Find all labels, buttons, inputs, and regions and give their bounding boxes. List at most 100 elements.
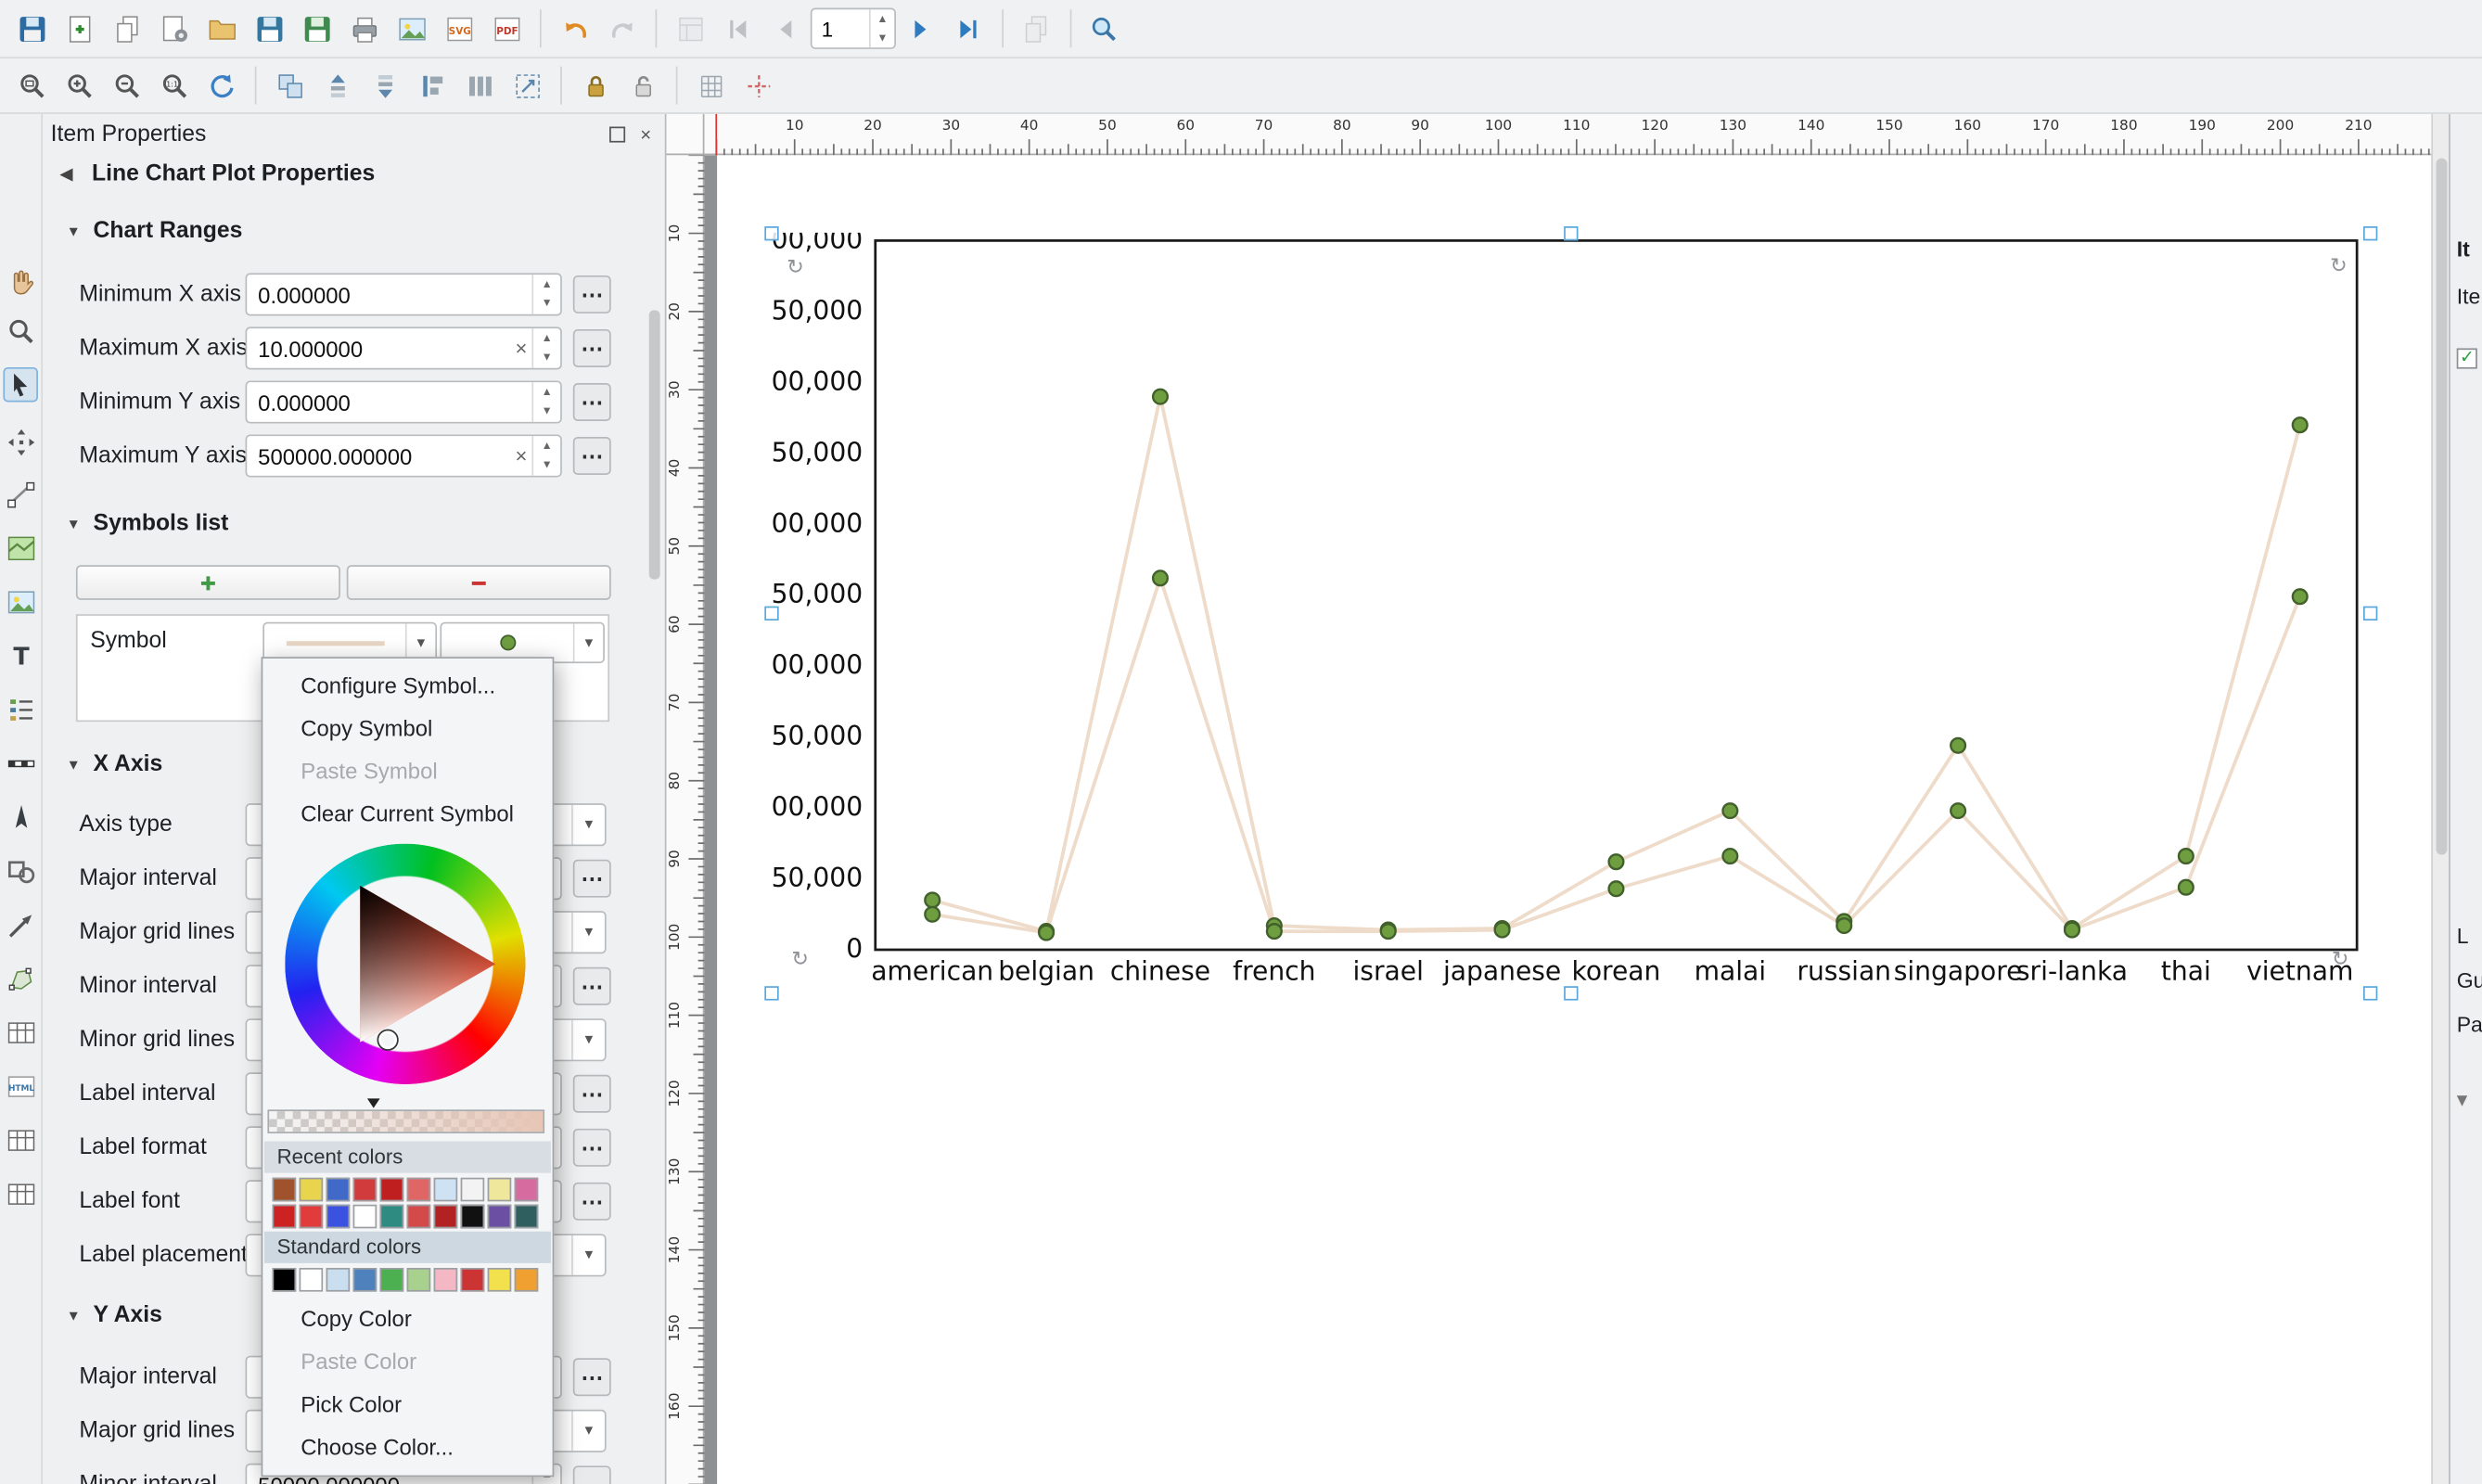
refresh-view-button[interactable] bbox=[199, 63, 244, 108]
align-items-button[interactable] bbox=[410, 63, 454, 108]
move-item-content-tool[interactable] bbox=[3, 424, 38, 459]
color-swatch[interactable] bbox=[273, 1268, 297, 1292]
duplicate-layout-button[interactable] bbox=[105, 6, 149, 51]
color-swatch[interactable] bbox=[273, 1178, 297, 1202]
color-swatch[interactable] bbox=[300, 1178, 324, 1202]
color-swatch[interactable] bbox=[353, 1178, 377, 1202]
atlas-last-button[interactable] bbox=[946, 6, 991, 51]
data-defined-override-button[interactable]: ⋯ bbox=[573, 275, 611, 313]
color-swatch[interactable] bbox=[488, 1178, 512, 1202]
panel-scrollbar[interactable] bbox=[649, 310, 660, 579]
spin-arrows[interactable]: ▲▼ bbox=[532, 436, 561, 476]
opacity-slider[interactable] bbox=[267, 1109, 544, 1133]
save-as-template-button[interactable] bbox=[294, 6, 339, 51]
print-button[interactable] bbox=[342, 6, 387, 51]
color-swatch[interactable] bbox=[326, 1205, 351, 1229]
color-triangle[interactable] bbox=[285, 844, 525, 1084]
section-symbols-list[interactable]: ▼ Symbols list bbox=[41, 502, 664, 546]
spin-up-icon[interactable]: ▲ bbox=[533, 382, 560, 402]
back-icon[interactable]: ◀ bbox=[54, 161, 79, 186]
add-html-tool[interactable]: HTML bbox=[3, 1068, 38, 1104]
spin-up-icon[interactable]: ▲ bbox=[533, 436, 560, 455]
rotate-handle-icon[interactable]: ↻ bbox=[791, 948, 809, 972]
rotate-handle-icon[interactable]: ↻ bbox=[2330, 255, 2348, 279]
color-swatch[interactable] bbox=[273, 1205, 297, 1229]
atlas-page-number-input[interactable]: ▲▼ bbox=[811, 8, 896, 49]
undock-panel-icon[interactable] bbox=[608, 125, 626, 144]
spin-arrows[interactable]: ▲▼ bbox=[532, 275, 561, 314]
group-items-button[interactable] bbox=[267, 63, 312, 108]
add-legend-tool[interactable] bbox=[3, 692, 38, 727]
data-defined-override-button[interactable]: ⋯ bbox=[573, 1075, 611, 1113]
minimum-x-axis-spinbox-value[interactable] bbox=[247, 280, 531, 309]
chevron-down-icon[interactable]: ▾ bbox=[2457, 1087, 2468, 1112]
add-table-tool[interactable] bbox=[3, 1015, 38, 1050]
lower-items-button[interactable] bbox=[363, 63, 407, 108]
canvas-vertical-scrollbar[interactable] bbox=[2431, 114, 2449, 1484]
clear-value-icon[interactable]: × bbox=[510, 337, 531, 361]
color-swatch[interactable] bbox=[515, 1205, 539, 1229]
data-defined-override-button[interactable]: ⋯ bbox=[573, 1465, 611, 1484]
data-defined-override-button[interactable]: ⋯ bbox=[573, 383, 611, 421]
add-symbol-button[interactable] bbox=[76, 565, 340, 600]
color-swatch[interactable] bbox=[407, 1205, 431, 1229]
add-label-tool[interactable]: T bbox=[3, 638, 38, 673]
atlas-next-button[interactable] bbox=[899, 6, 943, 51]
spin-arrows[interactable]: ▲▼ bbox=[532, 328, 561, 368]
data-defined-override-button[interactable]: ⋯ bbox=[573, 860, 611, 898]
distribute-items-button[interactable] bbox=[457, 63, 502, 108]
section-chart-ranges[interactable]: ▼ Chart Ranges bbox=[41, 209, 664, 253]
spin-down-icon[interactable]: ▼ bbox=[533, 402, 560, 421]
color-swatch[interactable] bbox=[407, 1268, 431, 1292]
zoom-tool[interactable] bbox=[3, 313, 38, 349]
add-arrow-tool[interactable] bbox=[3, 907, 38, 942]
data-defined-override-button[interactable]: ⋯ bbox=[573, 1358, 611, 1396]
zoom-region-button[interactable] bbox=[1082, 6, 1127, 51]
spin-down-icon[interactable]: ▼ bbox=[871, 29, 894, 47]
add-shape-tool[interactable] bbox=[3, 853, 38, 889]
color-swatch[interactable] bbox=[380, 1205, 404, 1229]
add-picture-tool[interactable] bbox=[3, 584, 38, 620]
zoom-actual-button[interactable]: 1:1 bbox=[152, 63, 197, 108]
maximum-x-axis-spinbox[interactable]: ×▲▼ bbox=[246, 326, 562, 369]
lock-items-button[interactable] bbox=[573, 63, 618, 108]
data-defined-override-button[interactable]: ⋯ bbox=[573, 329, 611, 367]
selection-handle[interactable] bbox=[2362, 985, 2376, 999]
menu-item-clear-current-symbol[interactable]: Clear Current Symbol bbox=[262, 793, 552, 836]
unlock-items-button[interactable] bbox=[620, 63, 665, 108]
minimum-y-axis-spinbox-value[interactable] bbox=[247, 388, 531, 416]
right-panel-tab[interactable]: Ite bbox=[2457, 285, 2481, 309]
resize-items-button[interactable] bbox=[505, 63, 549, 108]
menu-item-choose-color-[interactable]: Choose Color... bbox=[262, 1426, 552, 1469]
scrollbar-thumb[interactable] bbox=[2436, 159, 2447, 855]
save-project-button[interactable] bbox=[9, 6, 54, 51]
select-move-tool[interactable] bbox=[3, 367, 38, 403]
add-fixed-table-tool[interactable] bbox=[3, 1176, 38, 1211]
edit-nodes-tool[interactable] bbox=[3, 477, 38, 512]
color-swatch[interactable] bbox=[515, 1178, 539, 1202]
save-layout-button[interactable] bbox=[247, 6, 291, 51]
undo-button[interactable] bbox=[553, 6, 597, 51]
color-swatch[interactable] bbox=[515, 1268, 539, 1292]
data-defined-override-button[interactable]: ⋯ bbox=[573, 1129, 611, 1167]
selection-handle[interactable] bbox=[1563, 225, 1577, 239]
maximum-y-axis-spinbox-value[interactable] bbox=[247, 441, 510, 470]
spin-up-icon[interactable]: ▲ bbox=[533, 275, 560, 294]
color-swatch[interactable] bbox=[326, 1178, 351, 1202]
spin-up-icon[interactable]: ▲ bbox=[533, 328, 560, 348]
add-scalebar-tool[interactable] bbox=[3, 746, 38, 781]
maximum-x-axis-spinbox-value[interactable] bbox=[247, 334, 510, 363]
zoom-out-button[interactable] bbox=[105, 63, 149, 108]
add-node-shape-tool[interactable] bbox=[3, 961, 38, 996]
color-swatch[interactable] bbox=[434, 1268, 458, 1292]
close-panel-icon[interactable]: × bbox=[636, 125, 655, 144]
spin-up-icon[interactable]: ▲ bbox=[871, 9, 894, 28]
raise-items-button[interactable] bbox=[315, 63, 360, 108]
color-swatch[interactable] bbox=[488, 1268, 512, 1292]
remove-symbol-button[interactable] bbox=[347, 565, 611, 600]
color-swatch[interactable] bbox=[326, 1268, 351, 1292]
spin-down-icon[interactable]: ▼ bbox=[533, 348, 560, 367]
color-swatch[interactable] bbox=[461, 1178, 485, 1202]
color-swatch[interactable] bbox=[380, 1178, 404, 1202]
color-swatch[interactable] bbox=[434, 1178, 458, 1202]
